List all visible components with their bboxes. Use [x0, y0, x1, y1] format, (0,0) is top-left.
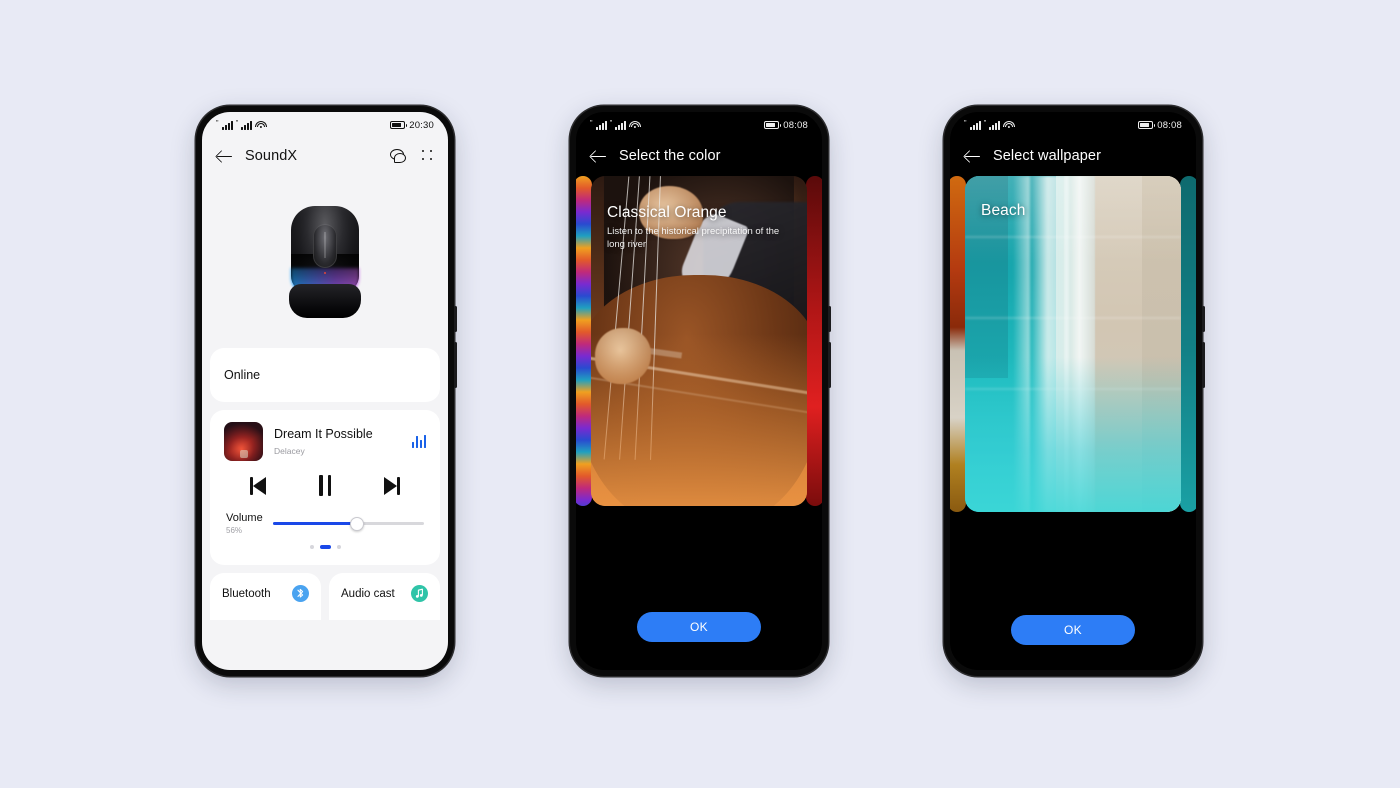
track-artist: Delacey	[274, 445, 305, 456]
theme-carousel: Classical Orange Listen to the historica…	[576, 176, 822, 584]
battery-icon	[390, 121, 408, 129]
phone-device-soundx: " " 20:30 SoundX Online Dream It Possibl…	[196, 106, 457, 676]
previous-theme-preview[interactable]	[576, 176, 592, 506]
phone2-side-button-down[interactable]	[827, 342, 831, 388]
phone-device-select-wallpaper: " " 08:08 Select wallpaper Beach OK	[944, 106, 1205, 676]
audio-cast-card[interactable]: Audio cast	[329, 573, 440, 621]
signal-bars-icon-2	[241, 120, 253, 130]
signal-quote-2: "	[609, 119, 613, 127]
page-dot[interactable]	[336, 545, 341, 550]
next-wallpaper-preview[interactable]	[1180, 176, 1196, 512]
audio-cast-card-label: Audio cast	[341, 587, 395, 600]
playback-controls	[224, 461, 426, 508]
next-theme-preview[interactable]	[806, 176, 822, 506]
page-title: SoundX	[245, 148, 298, 164]
wallpaper-card-title: Beach	[981, 202, 1026, 219]
aerial-beach-photo	[965, 176, 1181, 512]
back-arrow-icon[interactable]	[590, 148, 607, 165]
track-title: Dream It Possible	[274, 427, 373, 442]
volume-slider[interactable]	[272, 516, 424, 531]
phone1-side-button-down[interactable]	[453, 342, 457, 388]
volume-row: Volume 56%	[224, 508, 426, 541]
signal-bars-icon-1	[595, 120, 607, 130]
page-title: Select the color	[619, 148, 721, 164]
signal-bars-icon-1	[969, 120, 981, 130]
wallpaper-card-beach[interactable]: Beach	[965, 176, 1181, 512]
signal-quote-1: "	[590, 119, 593, 127]
signal-bars-icon-2	[615, 120, 627, 130]
pause-button[interactable]	[319, 475, 331, 496]
page-title: Select wallpaper	[993, 148, 1101, 164]
ok-button[interactable]: OK	[637, 612, 761, 642]
signal-bars-icon-2	[989, 120, 1001, 130]
battery-icon	[1138, 121, 1156, 129]
phone1-screen: " " 20:30 SoundX Online Dream It Possibl…	[202, 112, 448, 670]
phone3-status-bar: " " 08:08	[950, 112, 1196, 136]
phone2-side-button-up[interactable]	[827, 306, 831, 332]
status-badge: Online	[224, 368, 261, 382]
device-status-card[interactable]: Online	[210, 348, 440, 402]
ok-button[interactable]: OK	[1011, 615, 1135, 645]
signal-quote-1: "	[216, 119, 219, 127]
signal-bars-icon-1	[221, 120, 233, 130]
wallpaper-carousel: Beach	[950, 176, 1196, 590]
wifi-icon	[254, 120, 267, 130]
equalizer-icon[interactable]	[411, 435, 426, 448]
phone3-side-button-down[interactable]	[1201, 342, 1205, 388]
volume-percent: 56%	[226, 526, 243, 536]
smart-speaker-image	[287, 206, 363, 318]
media-player-card: Dream It Possible Delacey Volume 56%	[210, 410, 440, 566]
phone1-status-bar: " " 20:30	[202, 112, 448, 136]
phone3-footer: OK	[950, 590, 1196, 670]
phone2-footer: OK	[576, 584, 822, 670]
page-dot[interactable]	[309, 545, 314, 550]
wifi-icon	[1002, 120, 1015, 130]
screenshot-stage: " " 20:30 SoundX Online Dream It Possibl…	[0, 0, 1400, 788]
chat-bubble-icon[interactable]	[390, 149, 406, 163]
next-track-button[interactable]	[384, 476, 400, 495]
phone2-app-bar: Select the color	[576, 136, 822, 176]
quick-action-row: Bluetooth Audio cast	[210, 573, 440, 621]
signal-quote-2: "	[983, 119, 987, 127]
status-bar-clock: 20:30	[409, 119, 434, 131]
bluetooth-icon	[292, 585, 309, 603]
phone2-screen: " " 08:08 Select the color Classical Ora…	[576, 112, 822, 670]
signal-quote-1: "	[964, 119, 967, 127]
phone1-app-bar: SoundX	[202, 136, 448, 176]
phone-device-select-color: " " 08:08 Select the color Classical Ora…	[570, 106, 831, 676]
bluetooth-card-label: Bluetooth	[222, 587, 271, 600]
music-note-icon	[411, 585, 428, 603]
previous-wallpaper-preview[interactable]	[950, 176, 966, 512]
now-playing-row: Dream It Possible Delacey	[224, 422, 426, 461]
back-arrow-icon[interactable]	[216, 148, 233, 165]
theme-card-title: Classical Orange	[607, 204, 727, 221]
grid-dots-icon[interactable]	[422, 150, 434, 162]
phone3-side-button-up[interactable]	[1201, 306, 1205, 332]
speaker-hero	[202, 176, 448, 348]
previous-track-button[interactable]	[250, 476, 266, 495]
theme-card-subtitle: Listen to the historical precipitation o…	[607, 226, 780, 250]
wifi-icon	[628, 120, 641, 130]
battery-icon	[764, 121, 782, 129]
bluetooth-card[interactable]: Bluetooth	[210, 573, 321, 621]
album-art	[224, 422, 263, 461]
theme-card-classical-orange[interactable]: Classical Orange Listen to the historica…	[591, 176, 807, 506]
back-arrow-icon[interactable]	[964, 148, 981, 165]
phone3-app-bar: Select wallpaper	[950, 136, 1196, 176]
signal-quote-2: "	[235, 119, 239, 127]
page-indicator[interactable]	[224, 541, 426, 557]
page-dot[interactable]	[319, 545, 331, 550]
status-bar-clock: 08:08	[783, 119, 808, 131]
phone3-screen: " " 08:08 Select wallpaper Beach OK	[950, 112, 1196, 670]
phone2-status-bar: " " 08:08	[576, 112, 822, 136]
phone1-side-button-up[interactable]	[453, 306, 457, 332]
status-bar-clock: 08:08	[1157, 119, 1182, 131]
volume-label: Volume	[226, 512, 263, 524]
